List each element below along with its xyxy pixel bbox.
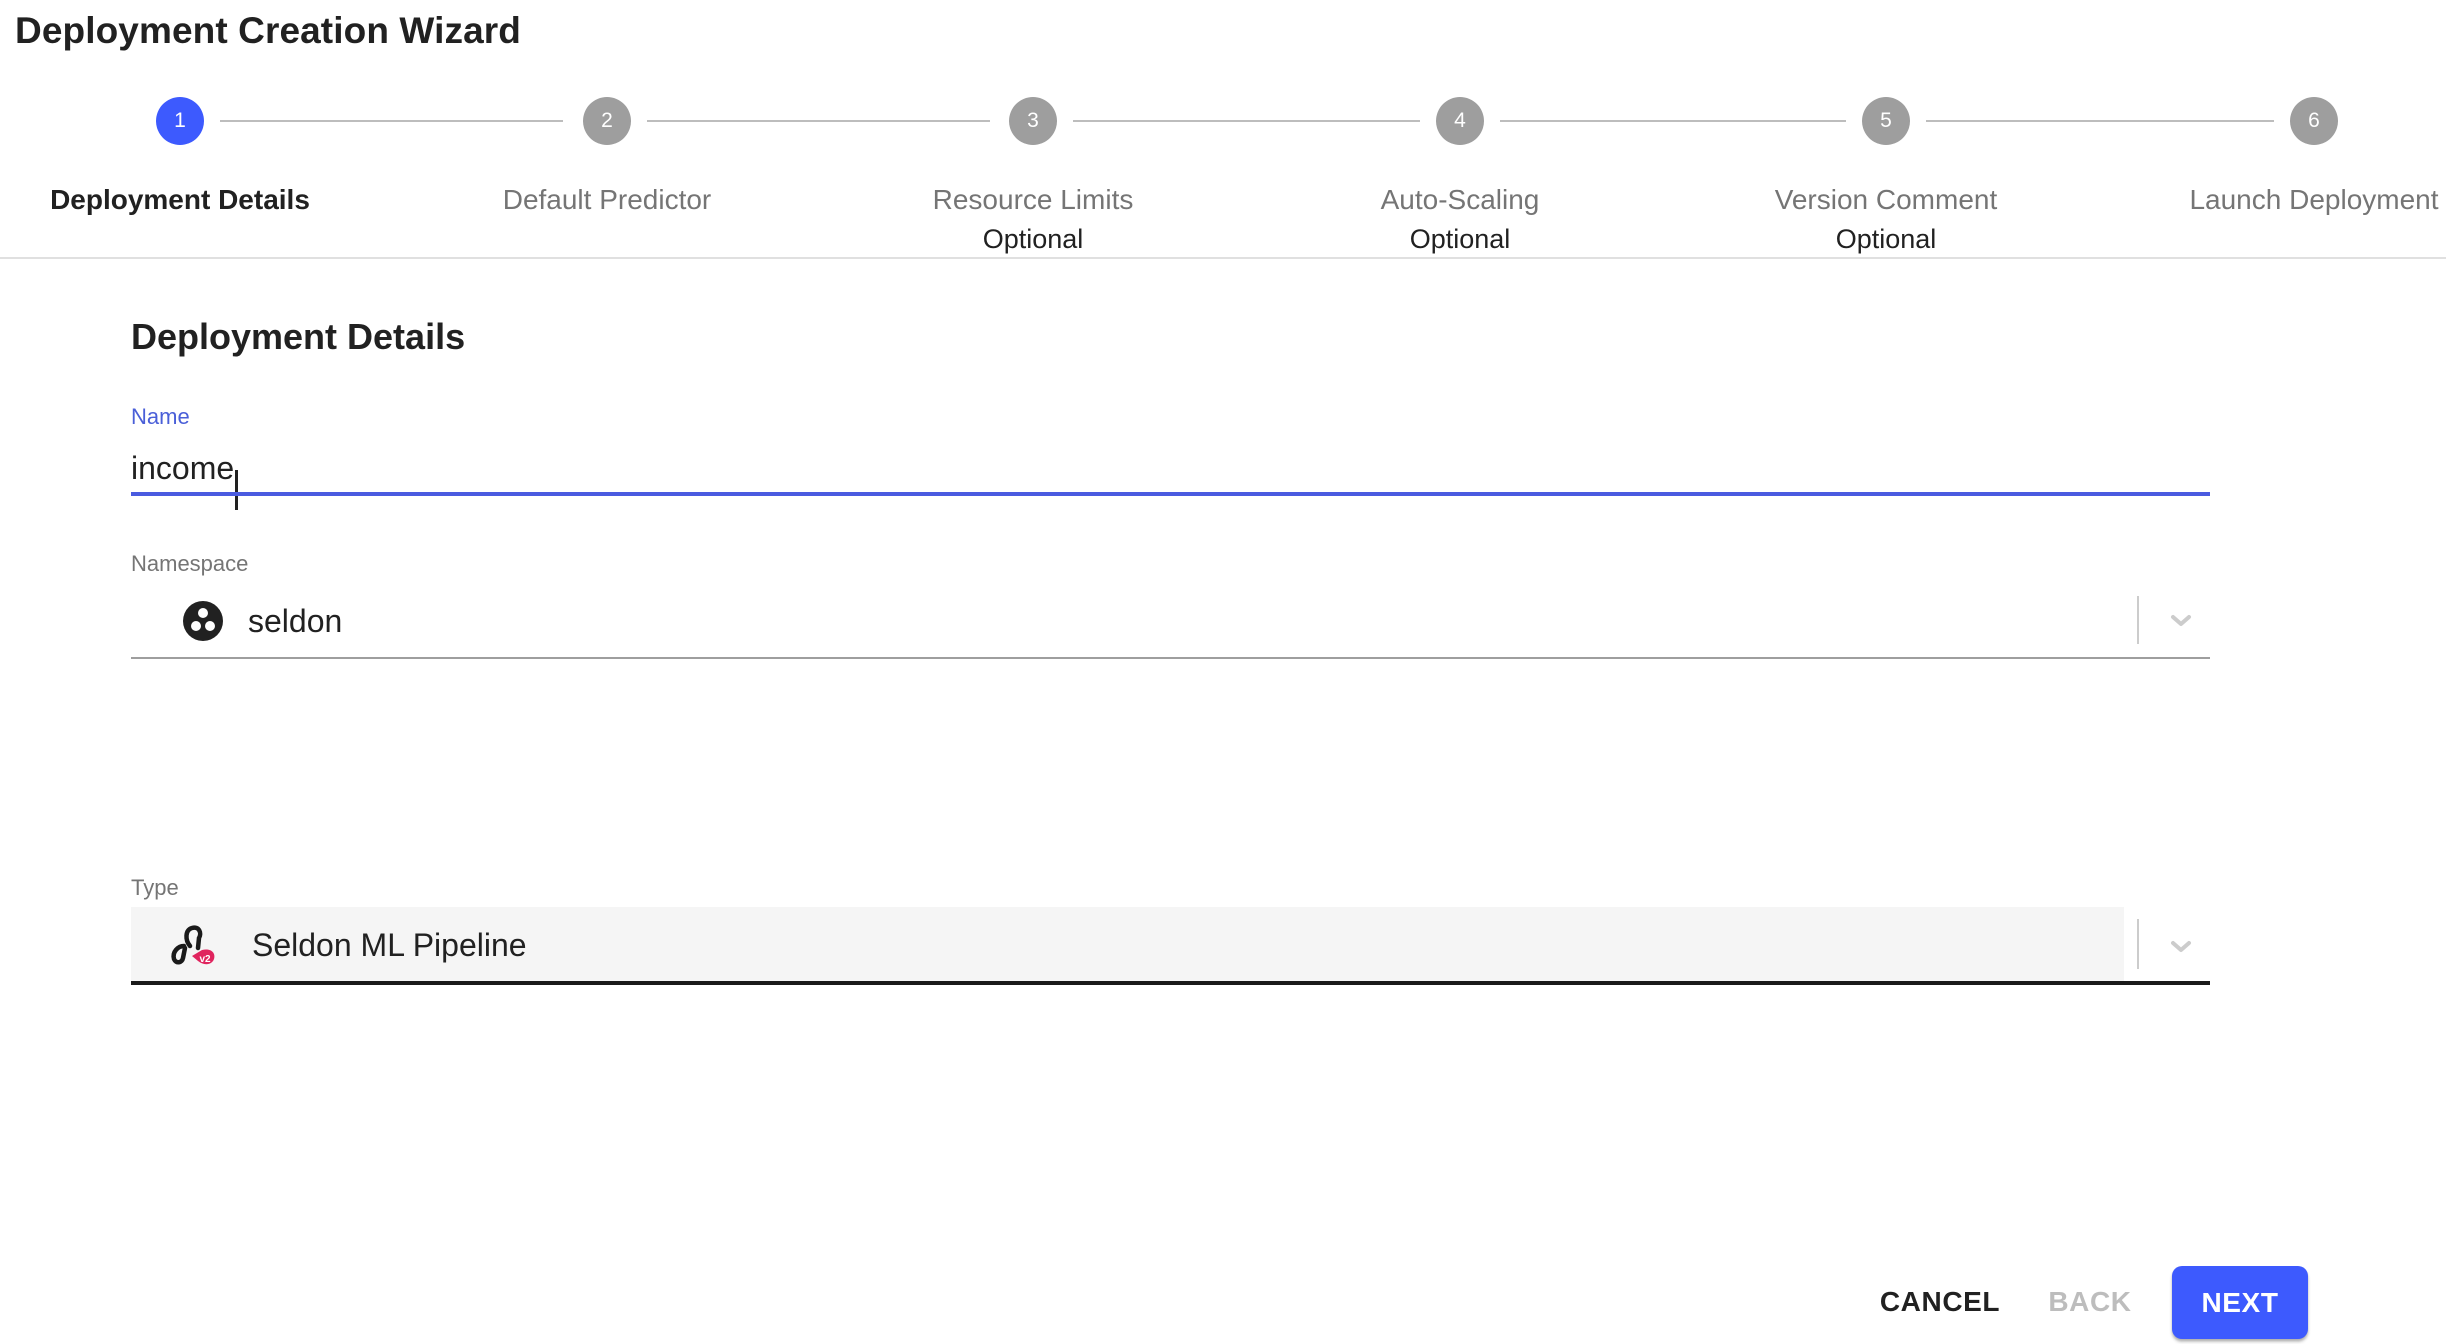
name-input-row	[131, 430, 2210, 510]
back-button[interactable]: Back	[2035, 1266, 2145, 1338]
step-number-icon: 3	[1009, 97, 1057, 145]
type-indicator-separator	[2137, 919, 2139, 969]
step-version-comment[interactable]: 5 Version Comment Optional	[1676, 97, 2096, 255]
step-optional-caption: Optional	[1409, 224, 1511, 254]
step-number-icon: 5	[1862, 97, 1910, 145]
namespace-icon	[183, 601, 223, 641]
text-caret	[235, 470, 239, 510]
namespace-select[interactable]: seldon	[131, 551, 2210, 659]
namespace-value: seldon	[248, 603, 343, 639]
step-number-icon: 6	[2290, 97, 2338, 145]
type-underline	[131, 981, 2210, 985]
namespace-field: Namespace seldon	[131, 551, 2210, 659]
section-heading: Deployment Details	[131, 316, 466, 357]
step-number-icon: 2	[583, 97, 631, 145]
name-label: Name	[131, 404, 190, 429]
step-optional-caption: Optional	[982, 224, 1084, 254]
step-optional-caption: Optional	[1835, 224, 1937, 254]
step-default-predictor[interactable]: 2 Default Predictor	[397, 97, 817, 217]
step-number-icon: 1	[156, 97, 204, 145]
v2-badge: v2	[199, 954, 211, 965]
stepper: 1 Deployment Details 2 Default Predictor…	[0, 0, 2446, 259]
step-label: Deployment Details	[50, 184, 310, 215]
step-resource-limits[interactable]: 3 Resource Limits Optional	[823, 97, 1243, 255]
namespace-indicator-separator	[2137, 596, 2139, 644]
deployment-wizard-page: Deployment Creation Wizard 1 Deployment …	[0, 0, 2446, 1344]
name-focus-underline	[131, 492, 2210, 496]
next-button[interactable]: Next	[2172, 1266, 2308, 1339]
chevron-down-icon[interactable]	[2161, 601, 2201, 641]
step-label: Launch Deployment	[2189, 184, 2439, 215]
step-number-icon: 4	[1436, 97, 1484, 145]
seldon-pipeline-v2-icon: v2	[171, 925, 215, 965]
step-label: Resource Limits	[932, 184, 1134, 215]
type-value: Seldon ML Pipeline	[252, 927, 527, 963]
step-label: Version Comment	[1774, 184, 1998, 215]
step-label: Default Predictor	[502, 184, 712, 215]
type-field: Type v2 Seldon ML Pipeline	[131, 875, 2210, 985]
step-launch-deployment[interactable]: 6 Launch Deployment	[2104, 97, 2446, 217]
cancel-button[interactable]: Cancel	[1866, 1266, 2014, 1338]
namespace-underline	[131, 657, 2210, 659]
step-deployment-details[interactable]: 1 Deployment Details	[0, 97, 390, 217]
type-select[interactable]: v2 Seldon ML Pipeline	[131, 875, 2210, 985]
chevron-down-icon[interactable]	[2161, 927, 2201, 967]
name-field: Name	[131, 404, 2210, 510]
stepper-divider	[0, 257, 2446, 259]
step-label: Auto-Scaling	[1380, 184, 1540, 215]
name-input[interactable]	[131, 430, 2210, 492]
step-auto-scaling[interactable]: 4 Auto-Scaling Optional	[1250, 97, 1670, 255]
